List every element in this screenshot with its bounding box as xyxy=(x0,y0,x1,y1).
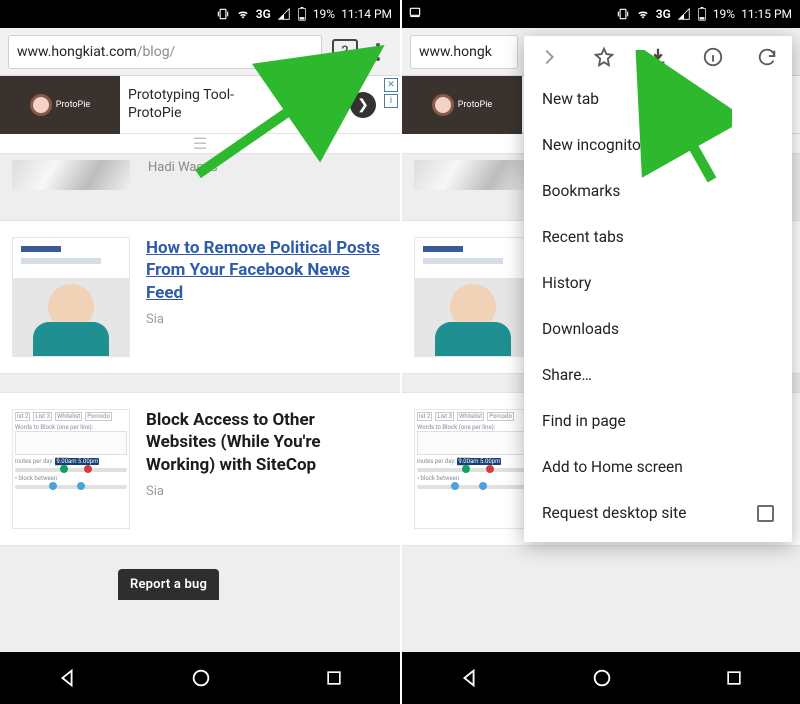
forward-icon[interactable] xyxy=(538,46,560,68)
phone-left: 3G 19% 11:14 PM www.hongkiat.com/blog/ 2… xyxy=(0,0,400,704)
ad-text: Prototyping Tool-ProtoPie xyxy=(120,87,234,122)
chrome-url-bar: www.hongkiat.com/blog/ 2 xyxy=(0,28,400,76)
refresh-icon[interactable] xyxy=(756,46,778,68)
menu-item-new-incognito[interactable]: New incognito tab xyxy=(524,122,792,168)
menu-item-downloads[interactable]: Downloads xyxy=(524,306,792,352)
nav-back-icon[interactable] xyxy=(458,667,480,689)
ad-close-icon[interactable]: ✕ xyxy=(384,78,398,92)
overflow-menu-button[interactable] xyxy=(364,38,392,66)
checkbox-icon[interactable] xyxy=(757,505,774,522)
article-2-byline: Sia xyxy=(146,484,388,499)
info-icon[interactable] xyxy=(702,46,724,68)
vibrate-icon xyxy=(616,7,630,21)
report-bug-button[interactable]: Report a bug xyxy=(118,569,219,600)
mini-article-row: Hadi Waqas xyxy=(0,154,400,202)
ad-logo: ProtoPie xyxy=(402,76,522,134)
menu-item-recent-tabs[interactable]: Recent tabs xyxy=(524,214,792,260)
article-2-thumb: ist 2List 3WhitelistPomodo Words to Bloc… xyxy=(414,409,532,529)
battery-icon xyxy=(297,7,307,21)
mini-byline: Hadi Waqas xyxy=(130,160,218,190)
vibrate-icon xyxy=(216,7,230,21)
menu-item-request-desktop[interactable]: Request desktop site xyxy=(524,490,792,536)
article-1[interactable]: How to Remove Political Posts From Your … xyxy=(0,220,400,374)
menu-item-new-tab[interactable]: New tab xyxy=(524,76,792,122)
nav-bar xyxy=(402,652,800,704)
article-1-thumb xyxy=(12,237,130,357)
url-host: www.hongk xyxy=(419,44,492,60)
download-notification-icon xyxy=(408,6,422,23)
url-path: /blog/ xyxy=(137,44,176,60)
battery-icon xyxy=(697,7,707,21)
clock: 11:14 PM xyxy=(341,7,392,21)
article-2[interactable]: ist 2List 3WhitelistPomodo Words to Bloc… xyxy=(0,392,400,546)
status-bar: 3G 19% 11:14 PM xyxy=(0,0,400,28)
battery-percent: 19% xyxy=(313,7,335,21)
url-field[interactable]: www.hongkiat.com/blog/ xyxy=(8,35,322,69)
article-2-thumb: ist 2List 3WhitelistPomodo Words to Bloc… xyxy=(12,409,130,529)
menu-item-add-to-home[interactable]: Add to Home screen xyxy=(524,444,792,490)
ad-banner[interactable]: ProtoPie Prototyping Tool-ProtoPie ❯ ✕ i xyxy=(0,76,400,134)
clock: 11:15 PM xyxy=(741,7,792,21)
tabs-button[interactable]: 2 xyxy=(332,39,358,65)
network-label: 3G xyxy=(656,7,671,21)
signal-icon xyxy=(277,7,291,21)
menu-item-history[interactable]: History xyxy=(524,260,792,306)
mini-thumb xyxy=(12,160,130,190)
network-label: 3G xyxy=(256,7,271,21)
nav-home-icon[interactable] xyxy=(591,667,613,689)
url-field[interactable]: www.hongk xyxy=(410,35,518,69)
star-icon[interactable] xyxy=(593,46,615,68)
article-1-byline: Sia xyxy=(146,312,388,327)
article-2-title[interactable]: Block Access to Other Websites (While Yo… xyxy=(146,409,388,476)
battery-percent: 19% xyxy=(713,7,735,21)
menu-item-share[interactable]: Share… xyxy=(524,352,792,398)
download-icon[interactable] xyxy=(647,46,669,68)
nav-bar xyxy=(0,652,400,704)
menu-item-bookmarks[interactable]: Bookmarks xyxy=(524,168,792,214)
menu-item-find-in-page[interactable]: Find in page xyxy=(524,398,792,444)
article-1-thumb xyxy=(414,237,532,357)
wifi-icon xyxy=(236,7,250,21)
nav-recents-icon[interactable] xyxy=(324,668,344,688)
overflow-menu: New tab New incognito tab Bookmarks Rece… xyxy=(524,36,792,542)
ad-logo: ProtoPie xyxy=(0,76,120,134)
signal-icon xyxy=(677,7,691,21)
menu-icon-row xyxy=(524,36,792,76)
wifi-icon xyxy=(636,7,650,21)
status-bar: 3G 19% 11:15 PM xyxy=(402,0,800,28)
article-1-title[interactable]: How to Remove Political Posts From Your … xyxy=(146,237,388,304)
nav-recents-icon[interactable] xyxy=(724,668,744,688)
nav-home-icon[interactable] xyxy=(190,667,212,689)
drag-handle-icon[interactable]: ☰ xyxy=(0,134,400,154)
ad-arrow-icon[interactable]: ❯ xyxy=(350,92,376,118)
page-content: ProtoPie Prototyping Tool-ProtoPie ❯ ✕ i… xyxy=(0,76,400,652)
nav-back-icon[interactable] xyxy=(56,667,78,689)
phone-right: 3G 19% 11:15 PM www.hongk ProtoPie ☰ ist… xyxy=(400,0,800,704)
url-host: www.hongkiat.com xyxy=(17,44,137,60)
ad-info-icon[interactable]: i xyxy=(384,94,398,108)
